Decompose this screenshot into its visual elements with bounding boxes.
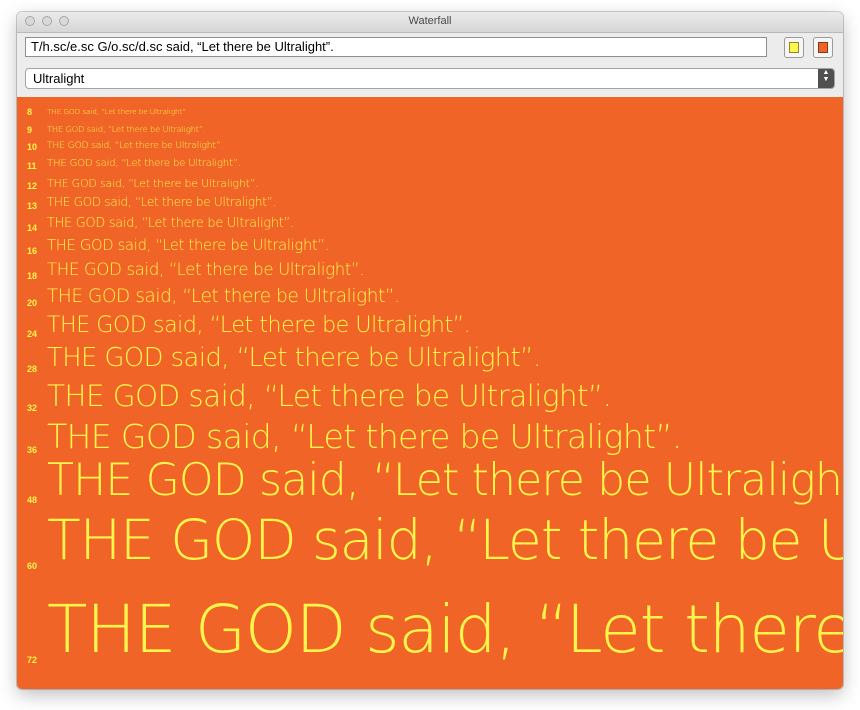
sample-line: THE GOD said, “Let there be Ultralight”.	[47, 195, 277, 210]
waterfall-preview: 8 THE GOD said, “Let there be Ultralight”…	[17, 97, 843, 689]
size-label: 24	[27, 328, 38, 339]
foreground-color-swatch	[789, 42, 799, 53]
size-label: 14	[27, 222, 38, 233]
waterfall-row: 48 THE GOD said, “Let there be Ultralight…	[17, 450, 843, 506]
waterfall-row: 24 THE GOD said, “Let there be Ultralight…	[17, 311, 843, 339]
waterfall-row: 28 THE GOD said, “Let there be Ultralight…	[17, 341, 843, 374]
sample-line: THE GOD said, “Let there be Ultralight”.	[47, 176, 259, 190]
sample-line: THE GOD said, “Let there be Ultralight”.	[47, 454, 843, 506]
size-label: 16	[27, 245, 38, 256]
sample-line: THE GOD said, “Let there be Ultralight”.	[47, 343, 541, 374]
waterfall-row: 14 THE GOD said, “Let there be Ultralight…	[17, 216, 843, 233]
size-label: 60	[27, 561, 38, 571]
background-color-swatch	[818, 42, 828, 53]
waterfall-row: 8 THE GOD said, “Let there be Ultralight”…	[17, 106, 843, 117]
sample-line: THE GOD said, “Let there be Ultralight”.	[47, 260, 365, 280]
size-label: 9	[27, 124, 33, 135]
size-label: 8	[27, 106, 33, 117]
sample-line: THE GOD said, “Let there be Ultralight”.	[47, 139, 224, 151]
waterfall-row: 16 THE GOD said, “Let there be Ultralight…	[17, 236, 843, 256]
window-title: Waterfall	[408, 15, 452, 27]
foreground-color-well[interactable]	[784, 37, 804, 58]
sample-line: THE GOD said, “Let there be Ultralight”.	[47, 216, 294, 232]
size-label: 72	[27, 654, 38, 665]
background-color-well[interactable]	[813, 37, 833, 58]
size-label: 11	[27, 160, 37, 171]
toolbar: T/h.sc/e.sc G/o.sc/d.sc said, “Let there…	[17, 33, 843, 96]
waterfall-row: 18 THE GOD said, “Let there be Ultralight…	[17, 259, 843, 281]
sample-line: THE GOD said, “Let there be Ultralight”.	[47, 508, 843, 573]
sample-line: THE GOD said, “Let there be Ultralight”.	[47, 378, 612, 413]
sample-line: THE GOD said, “Let there be Ultralight”.	[47, 590, 843, 668]
waterfall-row: 13 THE GOD said, “Let there be Ultralight…	[17, 195, 843, 211]
sample-line: THE GOD said, “Let there be Ultralight”.	[47, 106, 189, 116]
sample-text-input[interactable]: T/h.sc/e.sc G/o.sc/d.sc said, “Let there…	[25, 37, 767, 57]
app-window: Waterfall T/h.sc/e.sc G/o.sc/d.sc said, …	[17, 12, 843, 689]
sample-line: THE GOD said, “Let there be Ultralight”.	[47, 312, 471, 338]
size-label: 28	[27, 363, 38, 374]
size-label: 32	[27, 402, 38, 413]
sample-line: THE GOD said, “Let there be Ultralight”.	[47, 237, 330, 255]
size-label: 20	[27, 298, 38, 308]
waterfall-row: 11 THE GOD said, “Let there be Ultralight…	[17, 157, 843, 171]
title-bar: Waterfall	[17, 12, 843, 33]
size-label: 10	[27, 142, 38, 152]
size-label: 12	[27, 180, 38, 191]
waterfall-row: 60 THE GOD said, “Let there be Ultralight…	[17, 503, 843, 573]
waterfall-row: 12 THE GOD said, “Let there be Ultralight…	[17, 176, 843, 191]
sample-line: THE GOD said, “Let there be Ultralight”.	[47, 416, 682, 456]
font-style-select[interactable]: Ultralight ▲ ▼	[25, 68, 835, 89]
chevron-updown-icon[interactable]: ▲ ▼	[818, 69, 834, 88]
font-style-selected-value: Ultralight	[33, 71, 85, 86]
sample-line: THE GOD said, “Let there be Ultralight”.	[47, 285, 400, 307]
sample-line: THE GOD said, “Let there be Ultralight”.	[47, 157, 241, 169]
waterfall-row: 10 THE GOD said, “Let there be Ultralight…	[17, 139, 843, 152]
waterfall-row: 72 THE GOD said, “Let there be Ultralight…	[17, 584, 843, 668]
size-label: 18	[27, 270, 38, 281]
waterfall-row: 32 THE GOD said, “Let there be Ultralight…	[17, 376, 843, 413]
size-label: 13	[27, 200, 38, 211]
sample-line: THE GOD said, “Let there be Ultralight”.	[47, 123, 206, 134]
waterfall-row: 36 THE GOD said, “Let there be Ultralight…	[17, 413, 843, 456]
waterfall-row: 9 THE GOD said, “Let there be Ultralight”…	[17, 123, 843, 135]
waterfall-row: 20 THE GOD said, “Let there be Ultralight…	[17, 284, 843, 308]
